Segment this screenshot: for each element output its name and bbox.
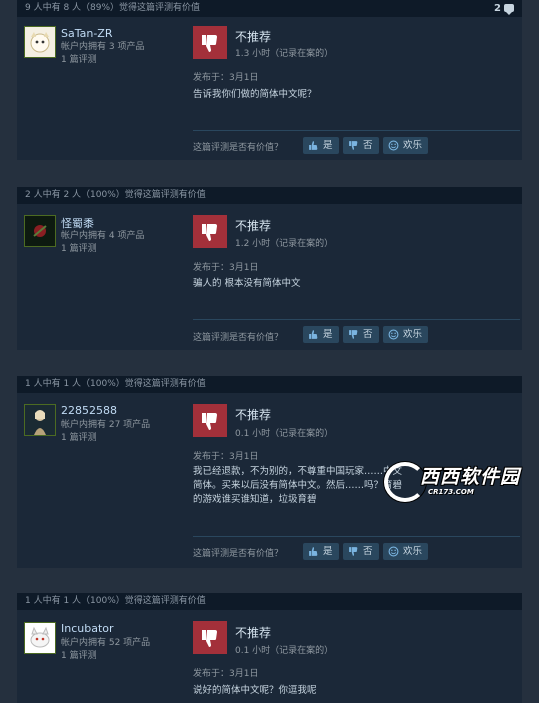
thumbs-up-icon xyxy=(309,330,318,339)
posted-date: 发布于：3月1日 xyxy=(193,73,259,83)
user-name[interactable]: 怪蜀黍 xyxy=(61,215,94,231)
review-text: 骗人的 根本没有简体中文 xyxy=(193,278,301,289)
vote-yes-label: 是 xyxy=(323,546,333,557)
hours-played: 0.1 小时（记录在案的） xyxy=(235,429,334,439)
vote-no-label: 否 xyxy=(363,140,373,151)
vote-no-label: 否 xyxy=(363,329,373,340)
avatar[interactable] xyxy=(24,215,56,247)
smiley-icon xyxy=(388,546,399,557)
user-name[interactable]: Incubator xyxy=(61,622,114,635)
review-card: 2 人中有 2 人（100%）觉得这篇评测有价值 怪蜀黍 帐户内拥有 4 项产品… xyxy=(17,187,522,350)
thumbs-down-badge xyxy=(193,215,227,248)
smiley-icon xyxy=(388,329,399,340)
thumbs-down-badge xyxy=(193,404,227,437)
hours-played: 0.1 小时（记录在案的） xyxy=(235,646,334,656)
vote-yes-button[interactable]: 是 xyxy=(303,137,339,154)
user-name[interactable]: 22852588 xyxy=(61,404,117,417)
thumbs-down-badge xyxy=(193,26,227,59)
review-text: 说好的简体中文呢？你逗我呢 xyxy=(193,685,317,696)
comment-count-value: 2 xyxy=(494,3,501,14)
thumbs-down-icon xyxy=(202,224,217,241)
divider xyxy=(193,536,520,537)
helpful-summary: 1 人中有 1 人（100%）觉得这篇评测有价值 xyxy=(17,376,522,393)
verdict-label[interactable]: 不推荐 xyxy=(235,406,271,423)
hours-played: 1.2 小时（记录在案的） xyxy=(235,239,334,249)
smiley-icon xyxy=(388,140,399,151)
user-name[interactable]: SaTan-ZR xyxy=(61,27,112,40)
helpful-question: 这篇评测是否有价值？ xyxy=(193,549,284,559)
divider xyxy=(193,319,520,320)
vote-funny-label: 欢乐 xyxy=(403,329,423,340)
vote-no-button[interactable]: 否 xyxy=(343,137,379,154)
thumbs-down-icon xyxy=(202,630,217,647)
helpful-question: 这篇评测是否有价值？ xyxy=(193,333,284,343)
thumbs-down-icon xyxy=(349,547,358,556)
helpful-question: 这篇评测是否有价值？ xyxy=(193,143,284,153)
thumbs-down-badge xyxy=(193,621,227,654)
vote-no-label: 否 xyxy=(363,546,373,557)
vote-no-button[interactable]: 否 xyxy=(343,543,379,560)
thumbs-down-icon xyxy=(349,141,358,150)
vote-funny-button[interactable]: 欢乐 xyxy=(383,326,429,343)
vote-funny-label: 欢乐 xyxy=(403,546,423,557)
verdict-label[interactable]: 不推荐 xyxy=(235,28,271,45)
thumbs-up-icon xyxy=(309,141,318,150)
review-card: 9 人中有 8 人（89%）觉得这篇评测有价值 2 SaTan-ZR 帐户内拥有… xyxy=(17,0,522,160)
vote-no-button[interactable]: 否 xyxy=(343,326,379,343)
thumbs-down-icon xyxy=(202,35,217,52)
review-count[interactable]: 1 篇评测 xyxy=(61,650,97,662)
posted-date: 发布于：3月1日 xyxy=(193,669,259,679)
review-text: 告诉我你们做的简体中文呢？ xyxy=(193,89,317,100)
avatar[interactable] xyxy=(24,404,56,436)
helpful-summary: 1 人中有 1 人（100%）觉得这篇评测有价值 xyxy=(17,593,522,610)
watermark-logo: 西西软件园 CR173.COM xyxy=(380,458,539,504)
vote-funny-button[interactable]: 欢乐 xyxy=(383,543,429,560)
review-card: 1 人中有 1 人（100%）觉得这篇评测有价值 Incubator 帐户内拥有… xyxy=(17,593,522,703)
review-count[interactable]: 1 篇评测 xyxy=(61,432,97,444)
divider xyxy=(193,130,520,131)
vote-yes-button[interactable]: 是 xyxy=(303,543,339,560)
vote-funny-label: 欢乐 xyxy=(403,140,423,151)
helpful-summary: 2 人中有 2 人（100%）觉得这篇评测有价值 xyxy=(17,187,522,204)
owned-products[interactable]: 帐户内拥有 27 项产品 xyxy=(61,419,150,431)
vote-yes-label: 是 xyxy=(323,140,333,151)
review-count[interactable]: 1 篇评测 xyxy=(61,54,97,66)
vote-funny-button[interactable]: 欢乐 xyxy=(383,137,429,154)
verdict-label[interactable]: 不推荐 xyxy=(235,624,271,641)
helpful-summary-text: 1 人中有 1 人（100%）觉得这篇评测有价值 xyxy=(25,379,206,389)
posted-date: 发布于：3月1日 xyxy=(193,452,259,462)
verdict-label[interactable]: 不推荐 xyxy=(235,217,271,234)
thumbs-down-icon xyxy=(202,413,217,430)
hours-played: 1.3 小时（记录在案的） xyxy=(235,49,334,59)
avatar[interactable] xyxy=(24,26,56,58)
posted-date: 发布于：3月1日 xyxy=(193,263,259,273)
owned-products[interactable]: 帐户内拥有 52 项产品 xyxy=(61,637,150,649)
helpful-summary-text: 1 人中有 1 人（100%）觉得这篇评测有价值 xyxy=(25,596,206,606)
avatar[interactable] xyxy=(24,622,56,654)
thumbs-down-icon xyxy=(349,330,358,339)
watermark-subtext: CR173.COM xyxy=(428,488,474,496)
helpful-summary-text: 2 人中有 2 人（100%）觉得这篇评测有价值 xyxy=(25,190,206,200)
vote-yes-label: 是 xyxy=(323,329,333,340)
owned-products[interactable]: 帐户内拥有 4 项产品 xyxy=(61,230,144,242)
review-text: 我已经退款，不为别的，不尊重中国玩家……中文简体。买来以后没有简体中文。然后……… xyxy=(193,466,403,505)
thumbs-up-icon xyxy=(309,547,318,556)
review-count[interactable]: 1 篇评测 xyxy=(61,243,97,255)
owned-products[interactable]: 帐户内拥有 3 项产品 xyxy=(61,41,144,53)
helpful-summary-text: 9 人中有 8 人（89%）觉得这篇评测有价值 xyxy=(25,3,201,13)
comment-icon xyxy=(504,4,514,15)
watermark-text: 西西软件园 xyxy=(420,466,521,488)
comment-count[interactable]: 2 xyxy=(494,0,514,17)
vote-yes-button[interactable]: 是 xyxy=(303,326,339,343)
helpful-summary: 9 人中有 8 人（89%）觉得这篇评测有价值 2 xyxy=(17,0,522,17)
